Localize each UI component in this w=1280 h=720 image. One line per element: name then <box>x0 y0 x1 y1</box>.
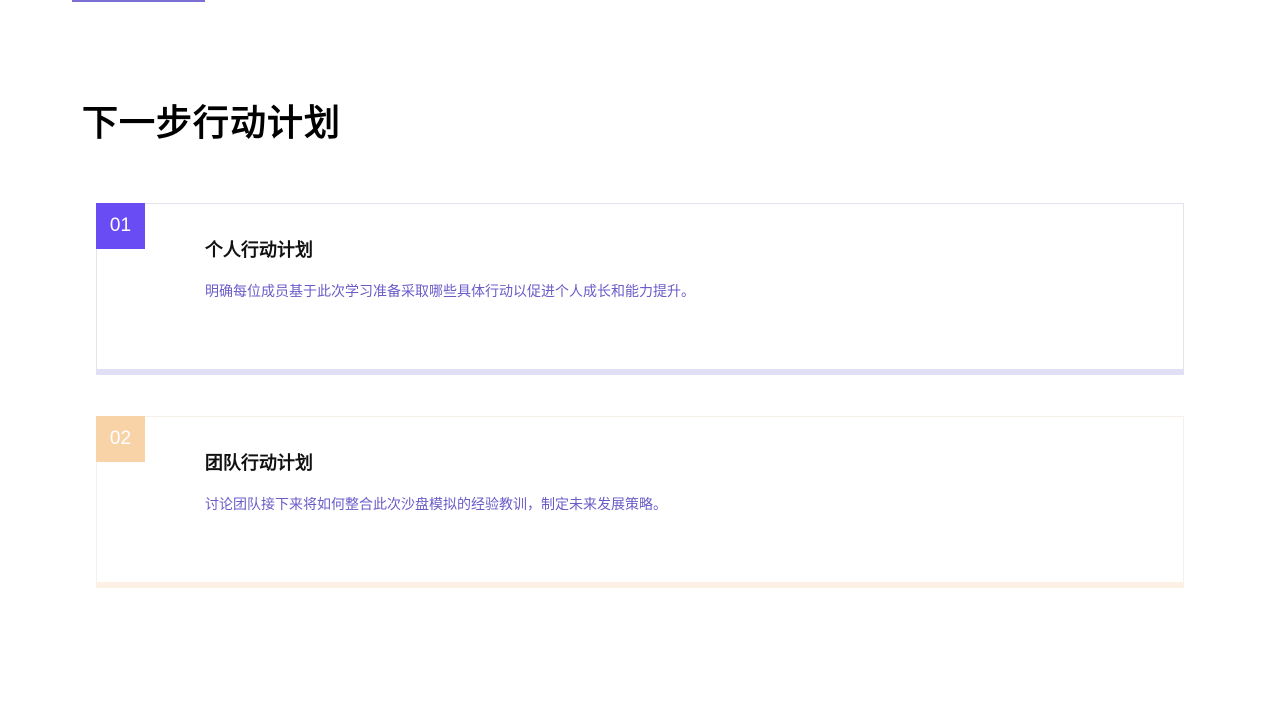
card-description: 讨论团队接下来将如何整合此次沙盘模拟的经验教训，制定未来发展策略。 <box>205 497 667 513</box>
action-plan-card-personal: 01 个人行动计划 明确每位成员基于此次学习准备采取哪些具体行动以促进个人成长和… <box>96 203 1184 375</box>
card-bottom-bar <box>96 582 1184 588</box>
card-title: 团队行动计划 <box>205 453 313 474</box>
card-bottom-bar <box>96 369 1184 375</box>
card-title: 个人行动计划 <box>205 240 313 261</box>
card-description: 明确每位成员基于此次学习准备采取哪些具体行动以促进个人成长和能力提升。 <box>205 284 695 300</box>
card-number-badge: 01 <box>96 203 145 249</box>
action-plan-card-team: 02 团队行动计划 讨论团队接下来将如何整合此次沙盘模拟的经验教训，制定未来发展… <box>96 416 1184 588</box>
slide-page: 下一步行动计划 01 个人行动计划 明确每位成员基于此次学习准备采取哪些具体行动… <box>0 0 1280 720</box>
card-number-badge: 02 <box>96 416 145 462</box>
top-accent-bar <box>72 0 205 2</box>
page-title: 下一步行动计划 <box>82 103 342 144</box>
